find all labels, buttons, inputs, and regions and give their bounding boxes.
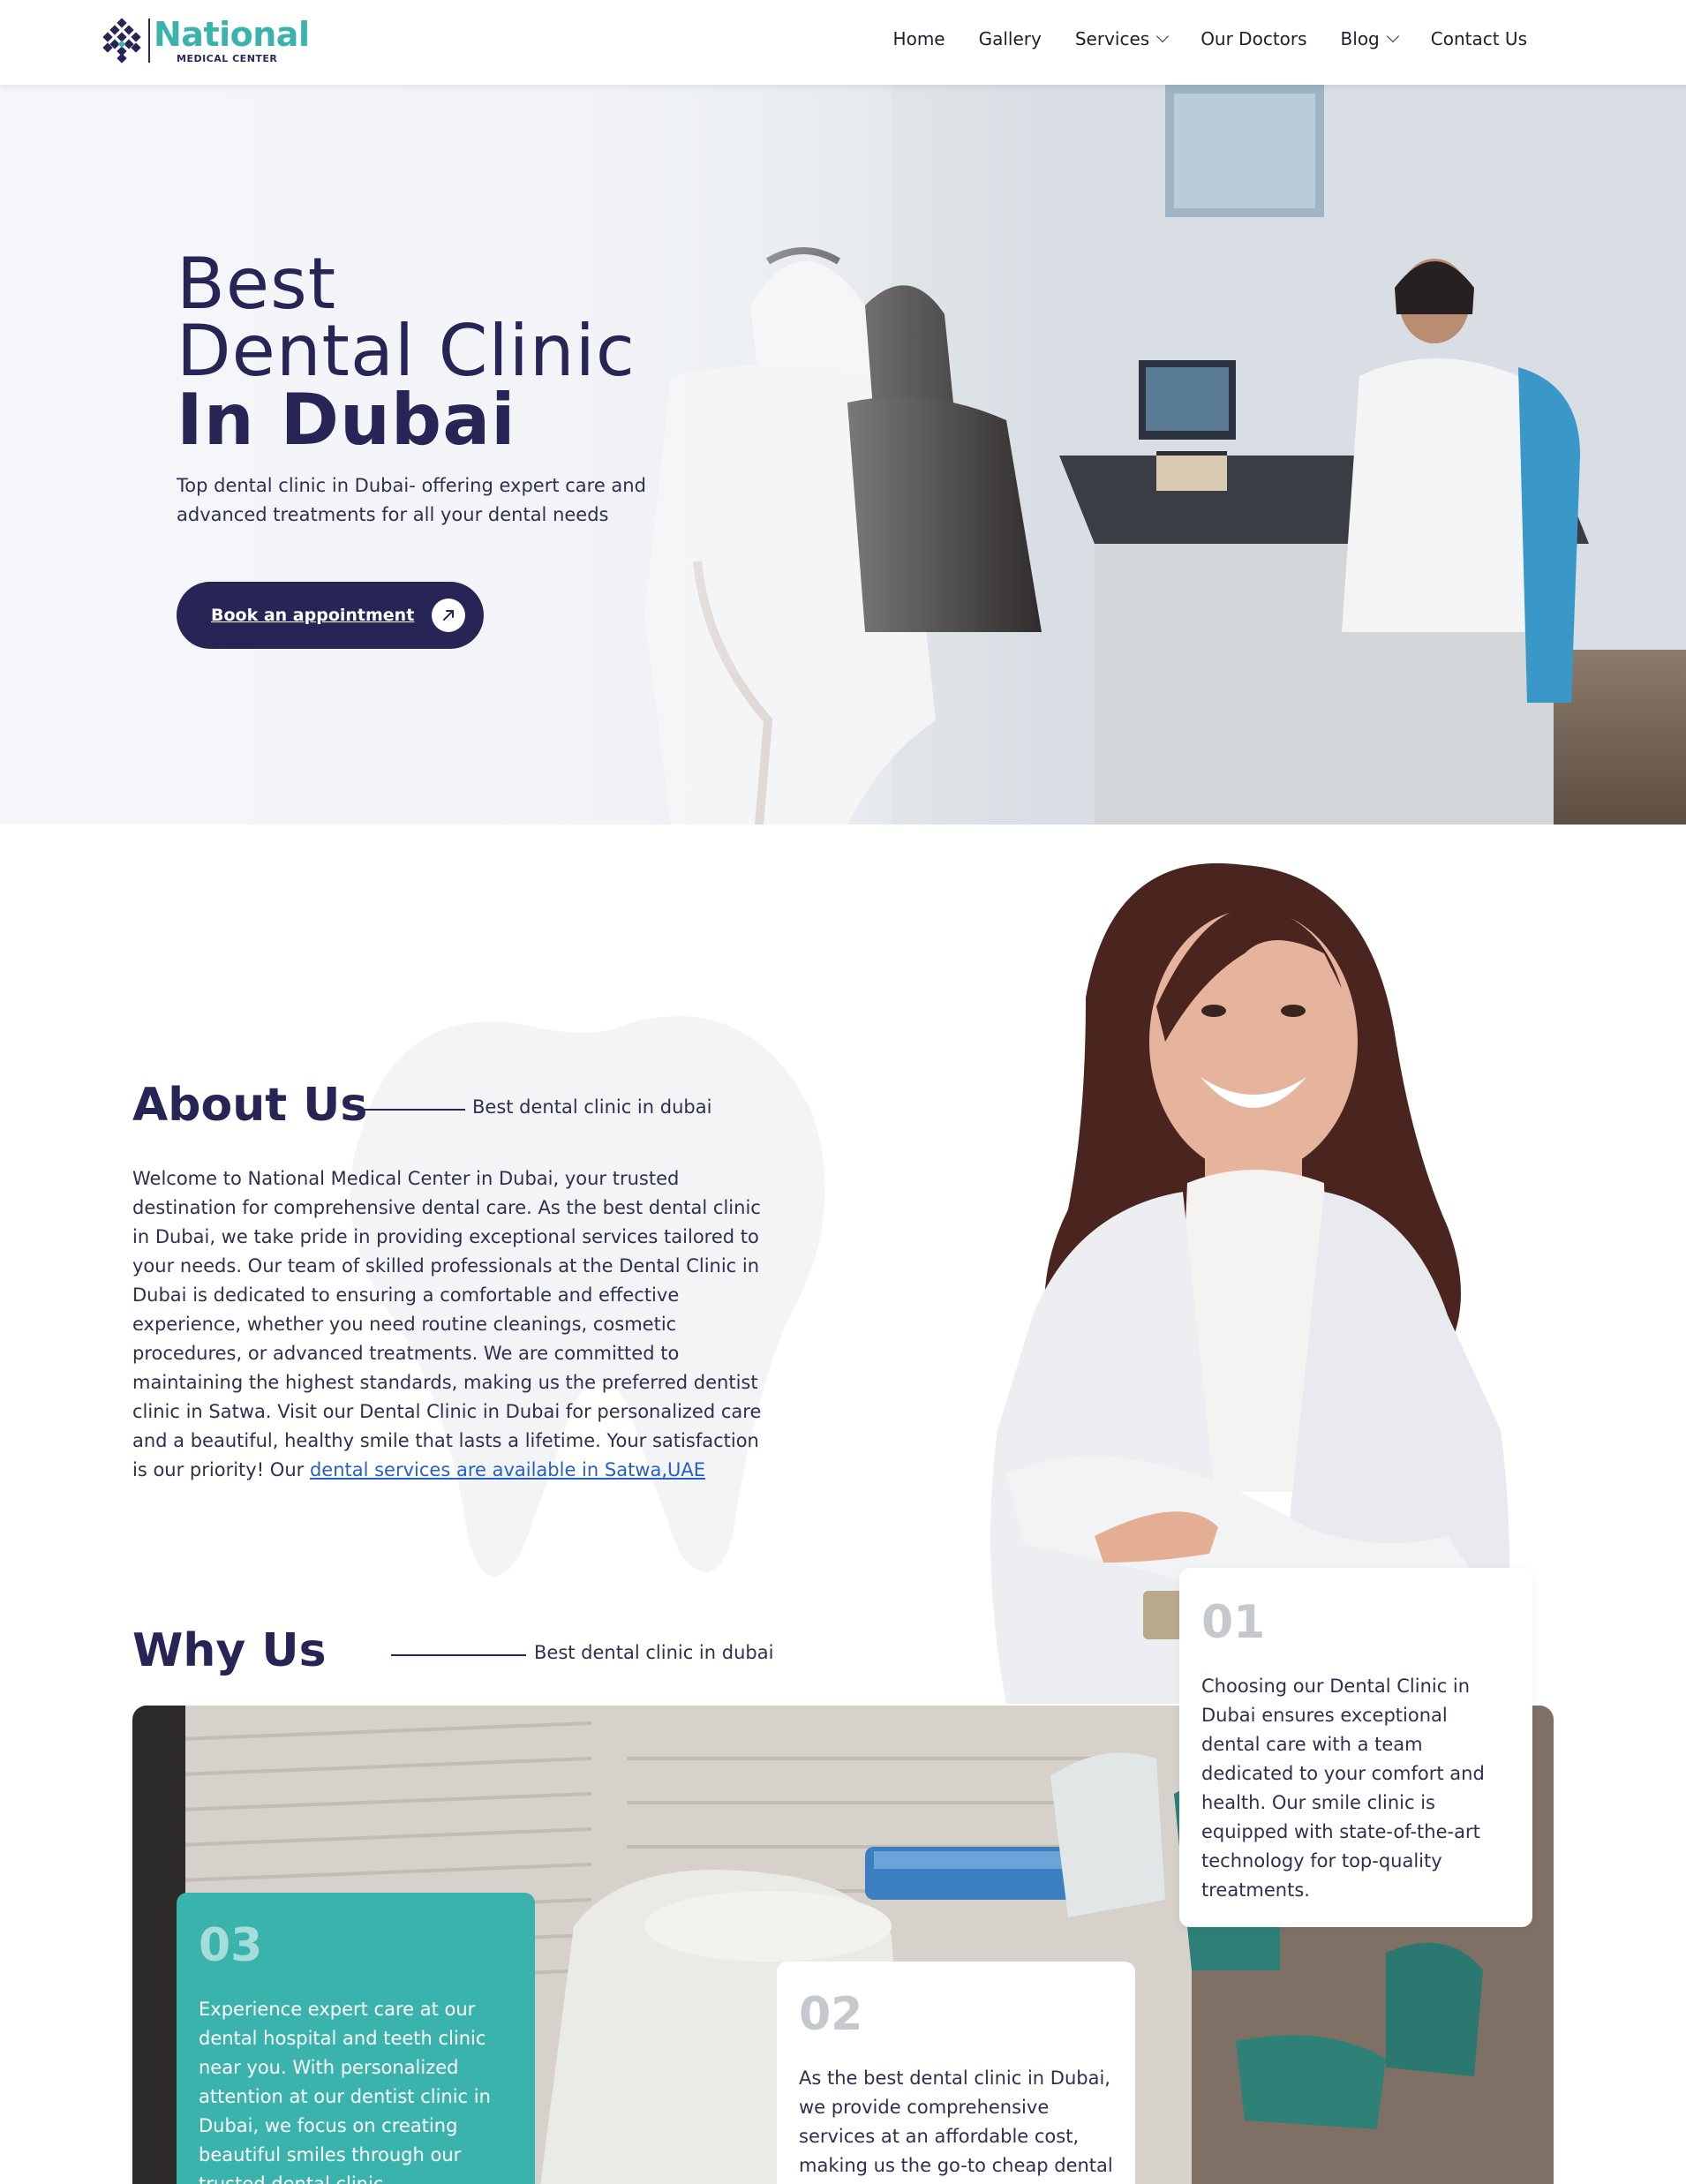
why-card-01-text: Choosing our Dental Clinic in Dubai ensu…: [1201, 1676, 1485, 1901]
hero-subtitle: Top dental clinic in Dubai- offering exp…: [177, 475, 646, 525]
chevron-down-icon: [1386, 29, 1399, 43]
chevron-down-icon: [1156, 29, 1170, 43]
why-title-rule: [391, 1654, 526, 1656]
why-card-03-number: 03: [199, 1919, 263, 1972]
about-title: About Us: [132, 1079, 368, 1132]
dental-services-link[interactable]: dental services are available in Satwa,U…: [310, 1459, 705, 1480]
nav-our-doctors[interactable]: Our Doctors: [1201, 28, 1306, 49]
book-appointment-button[interactable]: Book an appointment: [177, 582, 484, 649]
hero-section: Best Dental Clinic In Dubai Top dental c…: [0, 85, 1686, 825]
about-body-text: Welcome to National Medical Center in Du…: [132, 1168, 762, 1480]
why-tagline: Best dental clinic in dubai: [534, 1642, 774, 1663]
nav-contact-us-label: Contact Us: [1430, 28, 1527, 49]
about-body: Welcome to National Medical Center in Du…: [132, 1164, 768, 1485]
nav-contact-us[interactable]: Contact Us: [1431, 28, 1527, 49]
main-nav: Home Gallery Services Our Doctors Blog C…: [860, 28, 1527, 49]
logo-cross-icon: [99, 18, 145, 64]
nav-home[interactable]: Home: [893, 28, 945, 49]
about-tagline: Best dental clinic in dubai: [472, 1096, 712, 1118]
why-card-01-number: 01: [1201, 1596, 1266, 1649]
nav-home-label: Home: [892, 28, 945, 49]
logo-divider: [148, 19, 150, 63]
nav-blog-label: Blog: [1340, 28, 1380, 49]
hero-title-line1: Best: [177, 243, 337, 325]
why-card-02: 02 As the best dental clinic in Dubai, w…: [777, 1962, 1135, 2184]
nav-gallery-label: Gallery: [978, 28, 1042, 49]
hero-title: Best Dental Clinic In Dubai: [177, 249, 636, 456]
nav-blog[interactable]: Blog: [1340, 28, 1399, 49]
why-card-02-text: As the best dental clinic in Dubai, we p…: [799, 2067, 1113, 2176]
nav-services-label: Services: [1074, 28, 1150, 49]
nav-services[interactable]: Services: [1074, 28, 1170, 49]
logo-subtitle: MEDICAL CENTER: [177, 53, 278, 64]
logo[interactable]: National MEDICAL CENTER: [99, 15, 310, 64]
logo-name: National: [154, 15, 310, 54]
why-card-02-number: 02: [799, 1988, 863, 2041]
hero-title-line3: In Dubai: [177, 379, 516, 461]
nav-gallery[interactable]: Gallery: [979, 28, 1042, 49]
hero-title-line2: Dental Clinic: [177, 310, 636, 392]
site-header: National MEDICAL CENTER Home Gallery Ser…: [0, 0, 1686, 85]
why-card-03-text: Experience expert care at our dental hos…: [199, 1999, 491, 2184]
nav-our-doctors-label: Our Doctors: [1201, 28, 1307, 49]
book-appointment-label: Book an appointment: [211, 606, 415, 625]
about-title-rule: [359, 1109, 465, 1111]
arrow-up-right-icon: [432, 599, 466, 632]
why-card-03: 03 Experience expert care at our dental …: [177, 1893, 535, 2184]
why-card-01: 01 Choosing our Dental Clinic in Dubai e…: [1179, 1568, 1532, 1927]
why-title: Why Us: [132, 1624, 327, 1677]
